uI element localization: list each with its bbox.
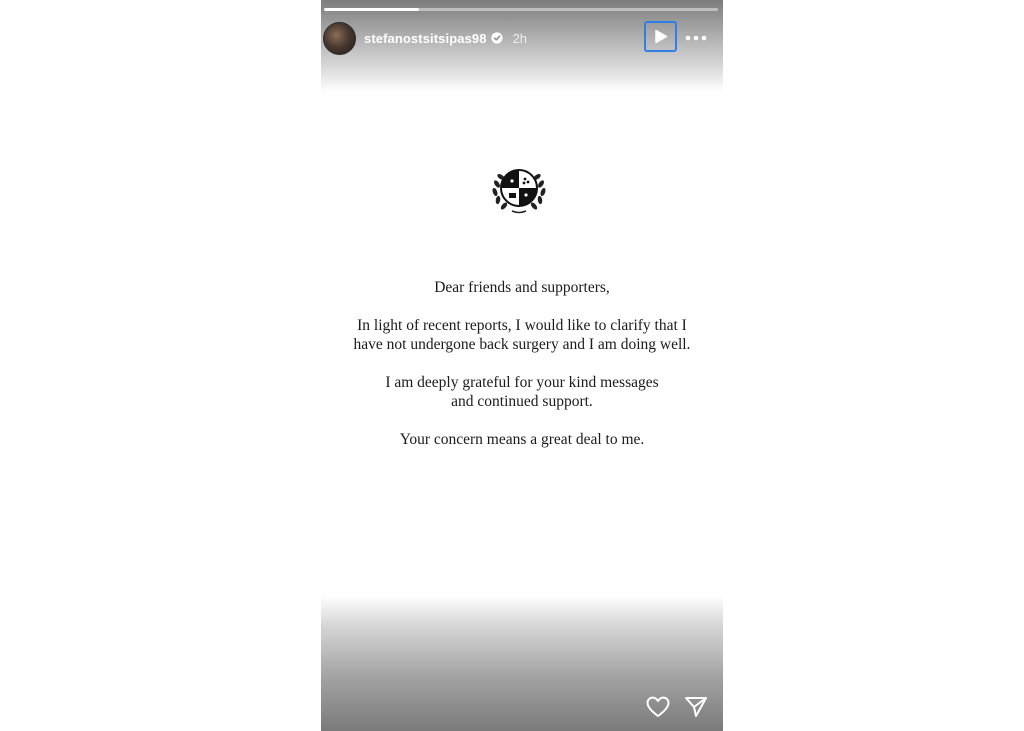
- paragraph-clarification: In light of recent reports, I would like…: [353, 316, 691, 354]
- post-time: 2h: [512, 30, 528, 46]
- username[interactable]: stefanostsitsipas98: [364, 31, 487, 46]
- story-progress-fill: [324, 8, 419, 11]
- play-button[interactable]: [644, 21, 677, 52]
- crest-logo: [492, 169, 546, 214]
- verified-badge-icon: [490, 32, 503, 44]
- closing-line: Your concern means a great deal to me.: [399, 430, 645, 448]
- avatar[interactable]: [323, 21, 356, 55]
- paragraph-gratitude: I am deeply grateful for your kind messa…: [385, 373, 659, 411]
- send-icon: [685, 697, 707, 717]
- screen: stefanostsitsipas98 2h Dear friends and …: [0, 0, 1024, 731]
- like-button[interactable]: [645, 694, 671, 720]
- more-options-icon: [685, 35, 707, 41]
- more-options-button[interactable]: [683, 28, 709, 48]
- play-icon: [654, 29, 667, 44]
- share-button[interactable]: [683, 694, 709, 720]
- story-progress-bar: [324, 8, 718, 11]
- greeting: Dear friends and supporters,: [434, 279, 610, 296]
- story-viewer[interactable]: stefanostsitsipas98 2h Dear friends and …: [321, 0, 723, 731]
- statement-text: Dear friends and supporters, In light of…: [321, 278, 723, 467]
- heart-icon: [646, 696, 670, 717]
